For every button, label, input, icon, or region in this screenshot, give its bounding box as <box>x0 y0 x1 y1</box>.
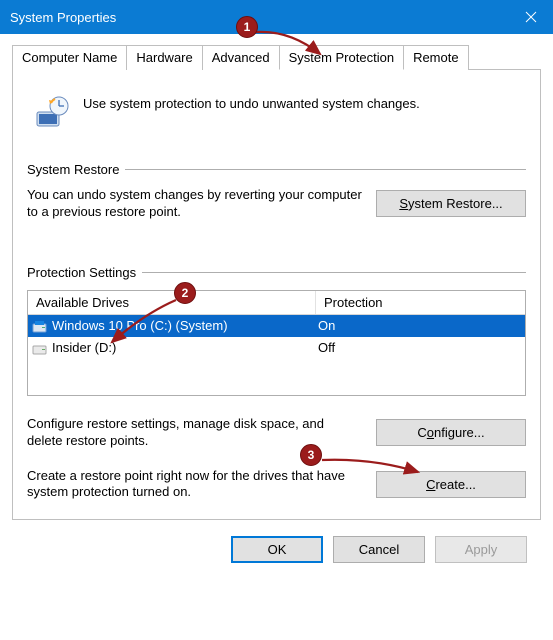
title-bar: System Properties <box>0 0 553 34</box>
section-protection-settings: Protection Settings Available Drives Pro… <box>27 265 526 502</box>
drive-protection: On <box>310 318 525 333</box>
configure-button[interactable]: Configure... <box>376 419 526 446</box>
divider <box>125 169 526 170</box>
close-icon <box>525 11 537 23</box>
divider <box>142 272 526 273</box>
tab-computer-name[interactable]: Computer Name <box>12 45 127 70</box>
drives-header: Available Drives Protection <box>28 291 525 315</box>
close-button[interactable] <box>509 0 553 34</box>
ok-button[interactable]: OK <box>231 536 323 563</box>
drive-icon <box>28 341 48 355</box>
client-area: Computer Name Hardware Advanced System P… <box>0 34 553 589</box>
restore-desc: You can undo system changes by reverting… <box>27 187 362 221</box>
tab-hardware[interactable]: Hardware <box>126 45 202 70</box>
tab-system-protection[interactable]: System Protection <box>279 45 405 70</box>
system-protection-icon <box>31 92 71 132</box>
tab-panel: Use system protection to undo unwanted s… <box>12 69 541 520</box>
section-system-restore: System Restore You can undo system chang… <box>27 162 526 221</box>
system-restore-button[interactable]: System Restore... <box>376 190 526 217</box>
create-desc: Create a restore point right now for the… <box>27 468 362 502</box>
col-available-drives[interactable]: Available Drives <box>28 291 316 314</box>
tab-advanced[interactable]: Advanced <box>202 45 280 70</box>
section-title: Protection Settings <box>27 265 136 280</box>
drive-name: Insider (D:) <box>48 340 310 355</box>
dialog-footer: OK Cancel Apply <box>12 520 541 577</box>
tab-remote[interactable]: Remote <box>403 45 469 70</box>
drive-protection: Off <box>310 340 525 355</box>
apply-button: Apply <box>435 536 527 563</box>
annotation-marker-2: 2 <box>174 282 196 304</box>
window-title: System Properties <box>10 10 509 25</box>
tab-strip: Computer Name Hardware Advanced System P… <box>12 45 541 70</box>
drive-row[interactable]: Insider (D:) Off <box>28 337 525 359</box>
drives-list[interactable]: Available Drives Protection Windows 10 P… <box>27 290 526 396</box>
section-title: System Restore <box>27 162 119 177</box>
col-protection[interactable]: Protection <box>316 291 525 314</box>
drive-icon <box>28 319 48 333</box>
cancel-button[interactable]: Cancel <box>333 536 425 563</box>
create-button[interactable]: Create... <box>376 471 526 498</box>
annotation-marker-1: 1 <box>236 16 258 38</box>
annotation-marker-3: 3 <box>300 444 322 466</box>
drive-name: Windows 10 Pro (C:) (System) <box>48 318 310 333</box>
drive-row[interactable]: Windows 10 Pro (C:) (System) On <box>28 315 525 337</box>
intro-text: Use system protection to undo unwanted s… <box>83 92 420 132</box>
